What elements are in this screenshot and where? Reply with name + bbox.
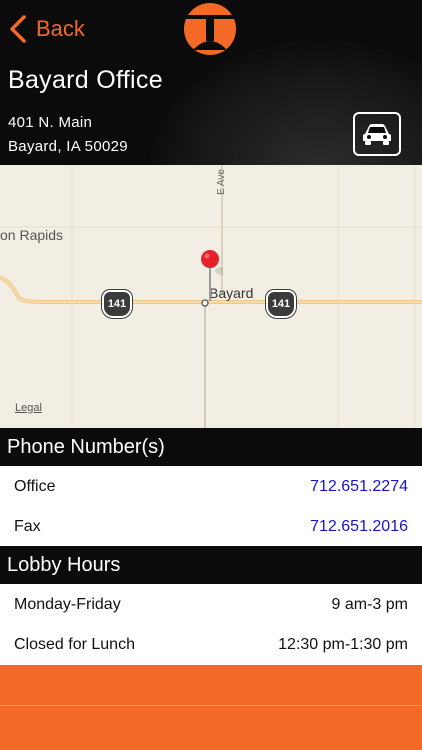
- office-phone-link[interactable]: 712.651.2274: [310, 478, 408, 496]
- address-line-1: 401 N. Main: [8, 114, 93, 131]
- highway-shield-right: 141: [266, 290, 296, 318]
- car-icon: [363, 124, 391, 145]
- top-nav-bar: Back: [0, 0, 422, 58]
- bottom-accent-bar: [0, 665, 422, 750]
- hours-value: 12:30 pm-1:30 pm: [278, 636, 408, 653]
- highway-shield-left: 141: [102, 290, 132, 318]
- hours-row-lunch: Closed for Lunch 12:30 pm-1:30 pm: [0, 625, 422, 665]
- address-line-2: Bayard, IA 50029: [8, 138, 128, 155]
- fax-phone-link[interactable]: 712.651.2016: [310, 518, 408, 536]
- office-header: Back Bayard Office 401 N. Main Bayard, I…: [0, 0, 422, 165]
- hours-value: 9 am-3 pm: [331, 596, 408, 613]
- hours-label: Closed for Lunch: [14, 636, 135, 653]
- directions-button[interactable]: [353, 112, 401, 156]
- chevron-left-icon: [10, 15, 26, 43]
- office-name: Bayard Office: [8, 66, 163, 94]
- location-map[interactable]: on Rapids E Ave Bayard 141 141 Legal: [0, 165, 422, 428]
- lobby-hours-header: Lobby Hours: [0, 546, 422, 584]
- map-legal-link[interactable]: Legal: [15, 402, 42, 414]
- phone-label: Fax: [14, 518, 41, 535]
- bottom-divider: [0, 705, 422, 706]
- back-button[interactable]: Back: [8, 12, 85, 46]
- phone-row-fax: Fax 712.651.2016: [0, 507, 422, 547]
- back-label: Back: [36, 16, 85, 41]
- map-street-label: E Ave: [216, 169, 227, 195]
- phone-row-office: Office 712.651.2274: [0, 467, 422, 507]
- phone-label: Office: [14, 478, 56, 495]
- map-place-label: on Rapids: [0, 227, 64, 243]
- hours-row-weekdays: Monday-Friday 9 am-3 pm: [0, 585, 422, 625]
- map-pin-icon[interactable]: [199, 249, 223, 309]
- hours-label: Monday-Friday: [14, 596, 121, 613]
- bank-logo-icon: [183, 3, 237, 55]
- phone-section-header: Phone Number(s): [0, 428, 422, 466]
